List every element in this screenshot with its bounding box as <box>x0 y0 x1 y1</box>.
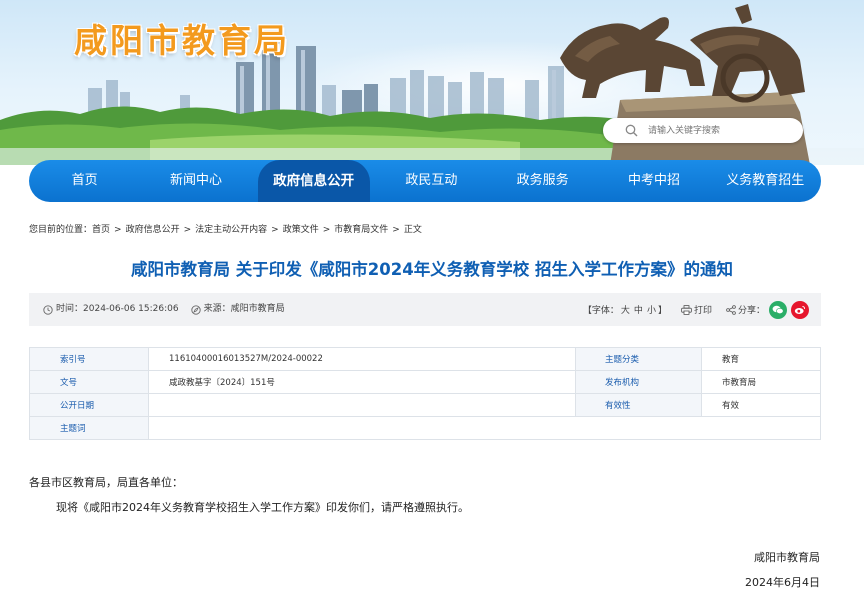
header-banner: 咸阳市教育局 <box>0 0 864 165</box>
article-info-bar: 时间： 2024-06-06 15:26:06 来源： 咸阳市教育局 【字体：大… <box>29 293 821 326</box>
magnifier-icon[interactable] <box>625 124 638 137</box>
breadcrumb: 您目前的位置：首页 > 政府信息公开 > 法定主动公开内容 > 政策文件 > 市教育局文件 > 正文 <box>29 222 422 235</box>
meta-value: 咸政教基字〔2024〕151号 <box>148 370 576 394</box>
print-label: 打印 <box>693 306 712 316</box>
font-size-bracket: 】 <box>657 306 667 316</box>
share-icon <box>726 304 736 315</box>
breadcrumb-link-gov-info[interactable]: 政府信息公开 <box>126 225 180 235</box>
meta-key: 发布机构 <box>575 370 702 394</box>
breadcrumb-separator: > <box>271 225 279 235</box>
breadcrumb-link-home[interactable]: 首页 <box>92 225 110 235</box>
breadcrumb-prefix: 您目前的位置： <box>29 225 93 235</box>
publish-time: 2024-06-06 15:26:06 <box>83 304 179 314</box>
printer-icon <box>681 304 692 315</box>
font-size-small[interactable]: 小 <box>647 306 656 316</box>
nav-item-interaction[interactable]: 政民互动 <box>376 160 487 202</box>
meta-key: 主题分类 <box>575 347 702 371</box>
table-row: 主题词 <box>29 416 821 440</box>
meta-key: 索引号 <box>29 347 149 371</box>
source-value: 咸阳市教育局 <box>230 304 285 314</box>
table-row: 索引号 11610400016013527M/2024-00022 主题分类 教… <box>29 347 821 371</box>
breadcrumb-separator: > <box>114 225 122 235</box>
meta-key: 文号 <box>29 370 149 394</box>
meta-value <box>148 393 576 417</box>
breadcrumb-separator: > <box>183 225 192 235</box>
source-label: 来源： <box>203 304 231 314</box>
font-size-medium[interactable]: 中 <box>634 306 643 316</box>
time-label: 时间： <box>56 304 84 314</box>
search-input[interactable] <box>646 124 790 137</box>
site-title: 咸阳市教育局 <box>74 21 290 60</box>
main-nav: 首页 新闻中心 政府信息公开 政民互动 政务服务 中考中招 义务教育招生 <box>29 160 821 202</box>
breadcrumb-link-bureau-docs[interactable]: 市教育局文件 <box>334 225 388 235</box>
breadcrumb-current: 正文 <box>403 225 422 235</box>
table-row: 文号 咸政教基字〔2024〕151号 发布机构 市教育局 <box>29 370 821 394</box>
nav-item-services[interactable]: 政务服务 <box>487 160 598 202</box>
meta-value: 教育 <box>701 347 821 371</box>
print-button[interactable]: 打印 <box>681 303 712 316</box>
breadcrumb-link-statutory[interactable]: 法定主动公开内容 <box>195 225 267 235</box>
meta-value <box>148 416 821 440</box>
share-group: 分享： <box>726 300 809 319</box>
letter-salutation: 各县市区教育局，局直各单位： <box>29 476 183 489</box>
breadcrumb-separator: > <box>322 225 331 235</box>
font-size-switcher: 【字体：大中小】 <box>583 303 667 316</box>
share-weibo-button[interactable] <box>791 300 809 319</box>
breadcrumb-separator: > <box>392 225 400 235</box>
search-box[interactable] <box>603 118 803 143</box>
font-size-large[interactable]: 大 <box>621 306 630 316</box>
font-size-label: 【字体： <box>582 306 619 316</box>
breadcrumb-link-policy[interactable]: 政策文件 <box>283 225 319 235</box>
article-tools: 【字体：大中小】 打印 分享： <box>583 293 809 326</box>
document-meta-table: 索引号 11610400016013527M/2024-00022 主题分类 教… <box>29 347 821 440</box>
meta-key: 公开日期 <box>29 393 149 417</box>
wechat-icon <box>772 305 784 314</box>
meta-key: 主题词 <box>29 416 149 440</box>
meta-value: 市教育局 <box>701 370 821 394</box>
letter-paragraph: 现将《咸阳市2024年义务教育学校招生入学工作方案》印发你们，请严格遵照执行。 <box>56 501 469 514</box>
letter-date: 2024年6月4日 <box>745 576 820 589</box>
nav-item-gov-info[interactable]: 政府信息公开 <box>257 160 370 202</box>
compass-icon <box>190 304 201 315</box>
nav-item-home[interactable]: 首页 <box>29 160 140 202</box>
clock-icon <box>43 304 53 315</box>
meta-value: 11610400016013527M/2024-00022 <box>148 347 576 371</box>
share-label: 分享： <box>737 306 765 316</box>
nav-item-exam[interactable]: 中考中招 <box>598 160 709 202</box>
meta-value: 有效 <box>701 393 821 417</box>
nav-item-enrollment[interactable]: 义务教育招生 <box>710 160 821 202</box>
article-meta-left: 时间： 2024-06-06 15:26:06 来源： 咸阳市教育局 <box>43 293 285 326</box>
share-wechat-button[interactable] <box>769 300 787 319</box>
table-row: 公开日期 有效性 有效 <box>29 393 821 417</box>
meta-key: 有效性 <box>575 393 702 417</box>
article-title: 咸阳市教育局 关于印发《咸阳市2024年义务教育学校 招生入学工作方案》的通知 <box>131 260 733 279</box>
weibo-icon <box>794 305 806 314</box>
letter-signature: 咸阳市教育局 <box>754 551 820 564</box>
nav-item-news[interactable]: 新闻中心 <box>140 160 251 202</box>
